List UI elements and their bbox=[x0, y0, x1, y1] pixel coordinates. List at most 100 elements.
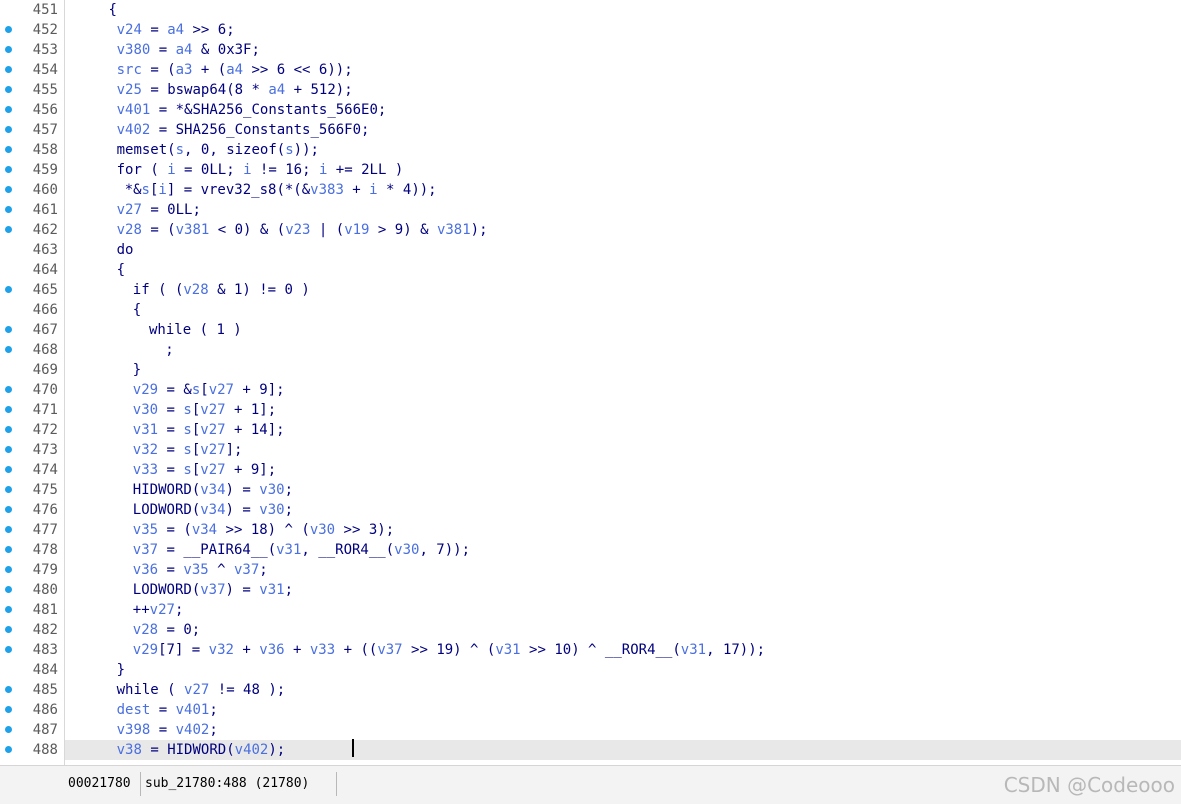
code-line[interactable]: 463 do bbox=[0, 240, 1181, 260]
line-gutter[interactable]: 458 bbox=[0, 140, 65, 160]
line-gutter[interactable]: 469 bbox=[0, 360, 65, 380]
breakpoint-dot-icon[interactable] bbox=[5, 186, 12, 193]
line-gutter[interactable]: 461 bbox=[0, 200, 65, 220]
code-line[interactable]: 462 v28 = (v381 < 0) & (v23 | (v19 > 9) &… bbox=[0, 220, 1181, 240]
code-line[interactable]: 475 HIDWORD(v34) = v30; bbox=[0, 480, 1181, 500]
code-line[interactable]: 485 while ( v27 != 48 ); bbox=[0, 680, 1181, 700]
breakpoint-dot-icon[interactable] bbox=[5, 226, 12, 233]
line-gutter[interactable]: 485 bbox=[0, 680, 65, 700]
breakpoint-dot-icon[interactable] bbox=[5, 526, 12, 533]
breakpoint-dot-icon[interactable] bbox=[5, 326, 12, 333]
breakpoint-dot-icon[interactable] bbox=[5, 606, 12, 613]
breakpoint-dot-icon[interactable] bbox=[5, 726, 12, 733]
code-line[interactable]: 479 v36 = v35 ^ v37; bbox=[0, 560, 1181, 580]
code-line[interactable]: 470 v29 = &s[v27 + 9]; bbox=[0, 380, 1181, 400]
breakpoint-dot-icon[interactable] bbox=[5, 286, 12, 293]
code-line[interactable]: 476 LODWORD(v34) = v30; bbox=[0, 500, 1181, 520]
breakpoint-dot-icon[interactable] bbox=[5, 26, 12, 33]
code-line[interactable]: 466 { bbox=[0, 300, 1181, 320]
code-line[interactable]: 478 v37 = __PAIR64__(v31, __ROR4__(v30, 7… bbox=[0, 540, 1181, 560]
code-line[interactable]: 477 v35 = (v34 >> 18) ^ (v30 >> 3); bbox=[0, 520, 1181, 540]
code-line[interactable]: 464 { bbox=[0, 260, 1181, 280]
pseudocode-view[interactable]: 451 {452 v24 = a4 >> 6; 453 v380 = a4 & 0x3F… bbox=[0, 0, 1181, 765]
breakpoint-dot-icon[interactable] bbox=[5, 466, 12, 473]
line-gutter[interactable]: 472 bbox=[0, 420, 65, 440]
line-gutter[interactable]: 462 bbox=[0, 220, 65, 240]
code-line[interactable]: 481 ++v27; bbox=[0, 600, 1181, 620]
breakpoint-dot-icon[interactable] bbox=[5, 426, 12, 433]
breakpoint-dot-icon[interactable] bbox=[5, 106, 12, 113]
code-line[interactable]: 473 v32 = s[v27]; bbox=[0, 440, 1181, 460]
line-gutter[interactable]: 454 bbox=[0, 60, 65, 80]
line-gutter[interactable]: 451 bbox=[0, 0, 65, 20]
line-gutter[interactable]: 467 bbox=[0, 320, 65, 340]
breakpoint-dot-icon[interactable] bbox=[5, 46, 12, 53]
breakpoint-dot-icon[interactable] bbox=[5, 126, 12, 133]
breakpoint-dot-icon[interactable] bbox=[5, 746, 12, 753]
code-line[interactable]: 482 v28 = 0; bbox=[0, 620, 1181, 640]
line-gutter[interactable]: 476 bbox=[0, 500, 65, 520]
code-line[interactable]: 459 for ( i = 0LL; i != 16; i += 2LL ) bbox=[0, 160, 1181, 180]
breakpoint-dot-icon[interactable] bbox=[5, 206, 12, 213]
line-gutter[interactable]: 463 bbox=[0, 240, 65, 260]
breakpoint-dot-icon[interactable] bbox=[5, 486, 12, 493]
breakpoint-dot-icon[interactable] bbox=[5, 166, 12, 173]
code-line[interactable]: 472 v31 = s[v27 + 14]; bbox=[0, 420, 1181, 440]
line-gutter[interactable]: 468 bbox=[0, 340, 65, 360]
line-gutter[interactable]: 455 bbox=[0, 80, 65, 100]
line-gutter[interactable]: 482 bbox=[0, 620, 65, 640]
breakpoint-dot-icon[interactable] bbox=[5, 686, 12, 693]
breakpoint-dot-icon[interactable] bbox=[5, 66, 12, 73]
line-gutter[interactable]: 474 bbox=[0, 460, 65, 480]
line-gutter[interactable]: 487 bbox=[0, 720, 65, 740]
code-line[interactable]: 465 if ( (v28 & 1) != 0 ) bbox=[0, 280, 1181, 300]
line-gutter[interactable]: 456 bbox=[0, 100, 65, 120]
code-line[interactable]: 480 LODWORD(v37) = v31; bbox=[0, 580, 1181, 600]
line-gutter[interactable]: 477 bbox=[0, 520, 65, 540]
line-gutter[interactable]: 453 bbox=[0, 40, 65, 60]
breakpoint-dot-icon[interactable] bbox=[5, 646, 12, 653]
line-gutter[interactable]: 452 bbox=[0, 20, 65, 40]
line-gutter[interactable]: 457 bbox=[0, 120, 65, 140]
code-line[interactable]: 487 v398 = v402; bbox=[0, 720, 1181, 740]
line-gutter[interactable]: 466 bbox=[0, 300, 65, 320]
breakpoint-dot-icon[interactable] bbox=[5, 566, 12, 573]
line-gutter[interactable]: 475 bbox=[0, 480, 65, 500]
code-line[interactable]: 469} bbox=[0, 360, 1181, 380]
code-line[interactable]: 458 memset(s, 0, sizeof(s)); bbox=[0, 140, 1181, 160]
code-line[interactable]: 471 v30 = s[v27 + 1]; bbox=[0, 400, 1181, 420]
line-gutter[interactable]: 471 bbox=[0, 400, 65, 420]
line-gutter[interactable]: 480 bbox=[0, 580, 65, 600]
breakpoint-dot-icon[interactable] bbox=[5, 386, 12, 393]
line-gutter[interactable]: 486 bbox=[0, 700, 65, 720]
code-line[interactable]: 484} bbox=[0, 660, 1181, 680]
code-line[interactable]: 488 v38 = HIDWORD(v402); bbox=[0, 740, 1181, 760]
breakpoint-dot-icon[interactable] bbox=[5, 506, 12, 513]
line-gutter[interactable]: 483 bbox=[0, 640, 65, 660]
breakpoint-dot-icon[interactable] bbox=[5, 546, 12, 553]
code-line[interactable]: 456 v401 = *&SHA256_Constants_566E0; bbox=[0, 100, 1181, 120]
line-gutter[interactable]: 484 bbox=[0, 660, 65, 680]
line-gutter[interactable]: 465 bbox=[0, 280, 65, 300]
line-gutter[interactable]: 460 bbox=[0, 180, 65, 200]
line-gutter[interactable]: 470 bbox=[0, 380, 65, 400]
line-gutter[interactable]: 459 bbox=[0, 160, 65, 180]
line-gutter[interactable]: 481 bbox=[0, 600, 65, 620]
breakpoint-dot-icon[interactable] bbox=[5, 146, 12, 153]
breakpoint-dot-icon[interactable] bbox=[5, 446, 12, 453]
code-line[interactable]: 452 v24 = a4 >> 6; bbox=[0, 20, 1181, 40]
code-line[interactable]: 461 v27 = 0LL; bbox=[0, 200, 1181, 220]
code-line[interactable]: 454 src = (a3 + (a4 >> 6 << 6)); bbox=[0, 60, 1181, 80]
code-line[interactable]: 453 v380 = a4 & 0x3F; bbox=[0, 40, 1181, 60]
code-line[interactable]: 486 dest = v401; bbox=[0, 700, 1181, 720]
breakpoint-dot-icon[interactable] bbox=[5, 706, 12, 713]
breakpoint-dot-icon[interactable] bbox=[5, 626, 12, 633]
breakpoint-dot-icon[interactable] bbox=[5, 346, 12, 353]
breakpoint-dot-icon[interactable] bbox=[5, 86, 12, 93]
line-gutter[interactable]: 473 bbox=[0, 440, 65, 460]
breakpoint-dot-icon[interactable] bbox=[5, 406, 12, 413]
code-line[interactable]: 467 while ( 1 ) bbox=[0, 320, 1181, 340]
line-gutter[interactable]: 479 bbox=[0, 560, 65, 580]
code-line[interactable]: 483 v29[7] = v32 + v36 + v33 + ((v37 >> 1… bbox=[0, 640, 1181, 660]
code-line[interactable]: 455 v25 = bswap64(8 * a4 + 512); bbox=[0, 80, 1181, 100]
